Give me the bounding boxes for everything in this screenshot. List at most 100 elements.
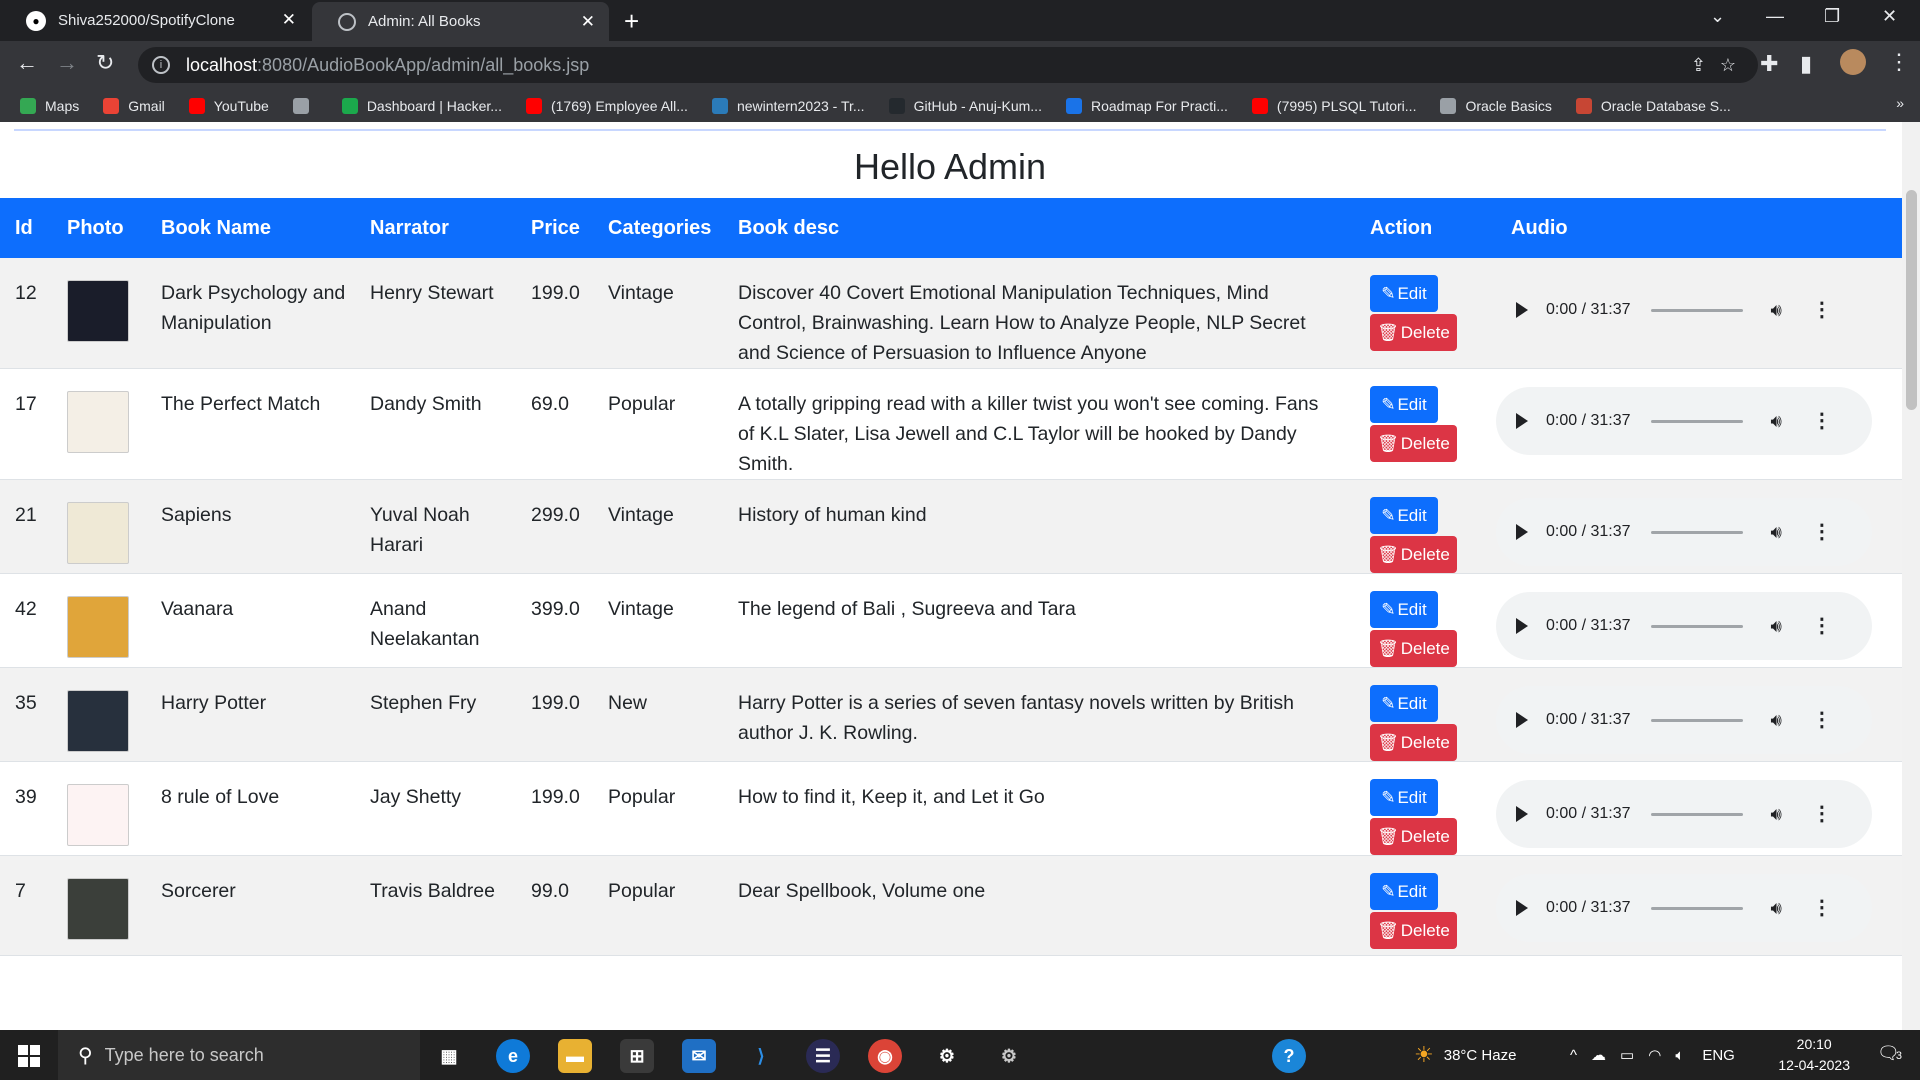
- play-icon[interactable]: [1516, 524, 1528, 540]
- audio-progress-slider[interactable]: [1650, 718, 1743, 722]
- delete-button[interactable]: 🗑︎ Delete: [1370, 536, 1457, 573]
- delete-button[interactable]: 🗑︎ Delete: [1370, 912, 1457, 949]
- bookmark-item[interactable]: newintern2023 - Tr...: [711, 97, 865, 114]
- browser-menu-icon[interactable]: ⋮: [1888, 49, 1910, 75]
- edit-button[interactable]: ✎ Edit: [1370, 591, 1438, 628]
- play-icon[interactable]: [1516, 413, 1528, 429]
- close-tab-icon[interactable]: ✕: [581, 12, 595, 32]
- app-gear-icon[interactable]: ⚙: [992, 1039, 1026, 1073]
- windows-start-icon[interactable]: [18, 1045, 40, 1067]
- weather-widget[interactable]: ☀ 38°C Haze: [1414, 1030, 1516, 1080]
- site-info-icon[interactable]: i: [152, 56, 170, 74]
- chrome-icon[interactable]: ◉: [868, 1039, 902, 1073]
- more-options-icon[interactable]: ⋮: [1812, 295, 1832, 325]
- audio-progress-slider[interactable]: [1650, 530, 1743, 534]
- more-options-icon[interactable]: ⋮: [1812, 406, 1832, 436]
- delete-button[interactable]: 🗑︎ Delete: [1370, 818, 1457, 855]
- settings-gear-icon[interactable]: ⚙: [930, 1039, 964, 1073]
- edit-button[interactable]: ✎ Edit: [1370, 497, 1438, 534]
- bookmarks-more-icon[interactable]: »: [1896, 95, 1904, 111]
- bookmark-item[interactable]: Maps: [20, 97, 79, 114]
- bookmark-item[interactable]: Oracle Database S...: [1575, 97, 1731, 114]
- play-icon[interactable]: [1516, 302, 1528, 318]
- notification-icon[interactable]: 🗨︎3: [1877, 1043, 1902, 1064]
- more-options-icon[interactable]: ⋮: [1812, 517, 1832, 547]
- bookmark-item[interactable]: Roadmap For Practi...: [1065, 97, 1228, 114]
- audio-player[interactable]: 0:00 / 31:37 🔊︎ ⋮: [1496, 592, 1872, 660]
- volume-icon[interactable]: 🔊︎: [1771, 517, 1782, 547]
- bookmark-item[interactable]: Oracle Basics: [1440, 97, 1552, 114]
- file-explorer-icon[interactable]: ▬: [558, 1039, 592, 1073]
- bookmark-item[interactable]: (1769) Employee All...: [525, 97, 688, 114]
- new-tab-button[interactable]: +: [624, 6, 639, 37]
- page-scrollbar[interactable]: [1902, 122, 1920, 1030]
- address-bar[interactable]: i localhost:8080/AudioBookApp/admin/all_…: [138, 47, 1758, 83]
- volume-icon[interactable]: 🔊︎: [1771, 295, 1782, 325]
- more-options-icon[interactable]: ⋮: [1812, 893, 1832, 923]
- chevron-up-icon[interactable]: ^: [1570, 1047, 1577, 1064]
- scrollbar-thumb[interactable]: [1906, 190, 1917, 410]
- share-icon[interactable]: ⇪: [1691, 55, 1706, 76]
- bookmark-star-icon[interactable]: ☆: [1720, 55, 1736, 76]
- task-view-icon[interactable]: ▦: [432, 1039, 466, 1073]
- edge-icon[interactable]: e: [496, 1039, 530, 1073]
- close-tab-icon[interactable]: ✕: [282, 10, 296, 30]
- audio-player[interactable]: 0:00 / 31:37 🔊︎ ⋮: [1496, 276, 1872, 344]
- delete-button[interactable]: 🗑︎ Delete: [1370, 314, 1457, 351]
- audio-progress-slider[interactable]: [1650, 906, 1743, 910]
- back-icon[interactable]: ←: [16, 50, 38, 76]
- volume-icon[interactable]: 🔈︎: [1675, 1047, 1684, 1064]
- volume-icon[interactable]: 🔊︎: [1771, 705, 1782, 735]
- extensions-icon[interactable]: ✚: [1760, 51, 1778, 77]
- audio-progress-slider[interactable]: [1650, 308, 1743, 312]
- bookmark-item[interactable]: YouTube: [188, 97, 269, 114]
- wifi-icon[interactable]: ◠: [1648, 1046, 1661, 1064]
- play-icon[interactable]: [1516, 618, 1528, 634]
- delete-button[interactable]: 🗑︎ Delete: [1370, 425, 1457, 462]
- edit-button[interactable]: ✎ Edit: [1370, 386, 1438, 423]
- help-icon[interactable]: ?: [1272, 1039, 1306, 1073]
- tab-search-chevron-icon[interactable]: ⌄: [1710, 6, 1725, 27]
- eclipse-icon[interactable]: ☰: [806, 1039, 840, 1073]
- edit-button[interactable]: ✎ Edit: [1370, 685, 1438, 722]
- edit-button[interactable]: ✎ Edit: [1370, 873, 1438, 910]
- volume-icon[interactable]: 🔊︎: [1771, 611, 1782, 641]
- store-icon[interactable]: ⊞: [620, 1039, 654, 1073]
- close-window-button[interactable]: ✕: [1882, 6, 1897, 27]
- edit-button[interactable]: ✎ Edit: [1370, 275, 1438, 312]
- volume-icon[interactable]: 🔊︎: [1771, 406, 1782, 436]
- audio-player[interactable]: 0:00 / 31:37 🔊︎ ⋮: [1496, 874, 1872, 942]
- language-indicator[interactable]: ENG: [1702, 1047, 1735, 1064]
- volume-icon[interactable]: 🔊︎: [1771, 893, 1782, 923]
- more-options-icon[interactable]: ⋮: [1812, 611, 1832, 641]
- taskbar-search[interactable]: ⚲ Type here to search: [58, 1030, 420, 1080]
- minimize-button[interactable]: —: [1766, 6, 1784, 27]
- side-panel-icon[interactable]: ▮: [1800, 51, 1812, 77]
- profile-avatar[interactable]: [1840, 49, 1866, 75]
- volume-icon[interactable]: 🔊︎: [1771, 799, 1782, 829]
- bookmark-item[interactable]: GitHub - Anuj-Kum...: [888, 97, 1042, 114]
- browser-tab-active[interactable]: Admin: All Books ✕: [312, 2, 609, 41]
- vscode-icon[interactable]: ⟩: [744, 1039, 778, 1073]
- restore-button[interactable]: ❐: [1824, 6, 1840, 27]
- play-icon[interactable]: [1516, 806, 1528, 822]
- audio-player[interactable]: 0:00 / 31:37 🔊︎ ⋮: [1496, 387, 1872, 455]
- mail-icon[interactable]: ✉: [682, 1039, 716, 1073]
- tray-icons[interactable]: ^ ☁ ▭ ◠ 🔈︎ ENG: [1570, 1030, 1735, 1080]
- bookmark-item[interactable]: Dashboard | Hacker...: [341, 97, 502, 114]
- play-icon[interactable]: [1516, 712, 1528, 728]
- audio-player[interactable]: 0:00 / 31:37 🔊︎ ⋮: [1496, 780, 1872, 848]
- clock[interactable]: 20:10 12-04-2023: [1778, 1034, 1850, 1076]
- delete-button[interactable]: 🗑︎ Delete: [1370, 630, 1457, 667]
- bookmark-item[interactable]: (7995) PLSQL Tutori...: [1251, 97, 1416, 114]
- audio-player[interactable]: 0:00 / 31:37 🔊︎ ⋮: [1496, 686, 1872, 754]
- play-icon[interactable]: [1516, 900, 1528, 916]
- network-status-icon[interactable]: ☁: [1591, 1046, 1606, 1064]
- battery-icon[interactable]: ▭: [1620, 1046, 1634, 1064]
- browser-tab[interactable]: ● Shiva252000/SpotifyClone ✕: [0, 0, 310, 41]
- forward-icon[interactable]: →: [56, 50, 78, 76]
- audio-progress-slider[interactable]: [1650, 812, 1743, 816]
- audio-player[interactable]: 0:00 / 31:37 🔊︎ ⋮: [1496, 498, 1872, 566]
- bookmark-item[interactable]: Gmail: [103, 97, 165, 114]
- more-options-icon[interactable]: ⋮: [1812, 705, 1832, 735]
